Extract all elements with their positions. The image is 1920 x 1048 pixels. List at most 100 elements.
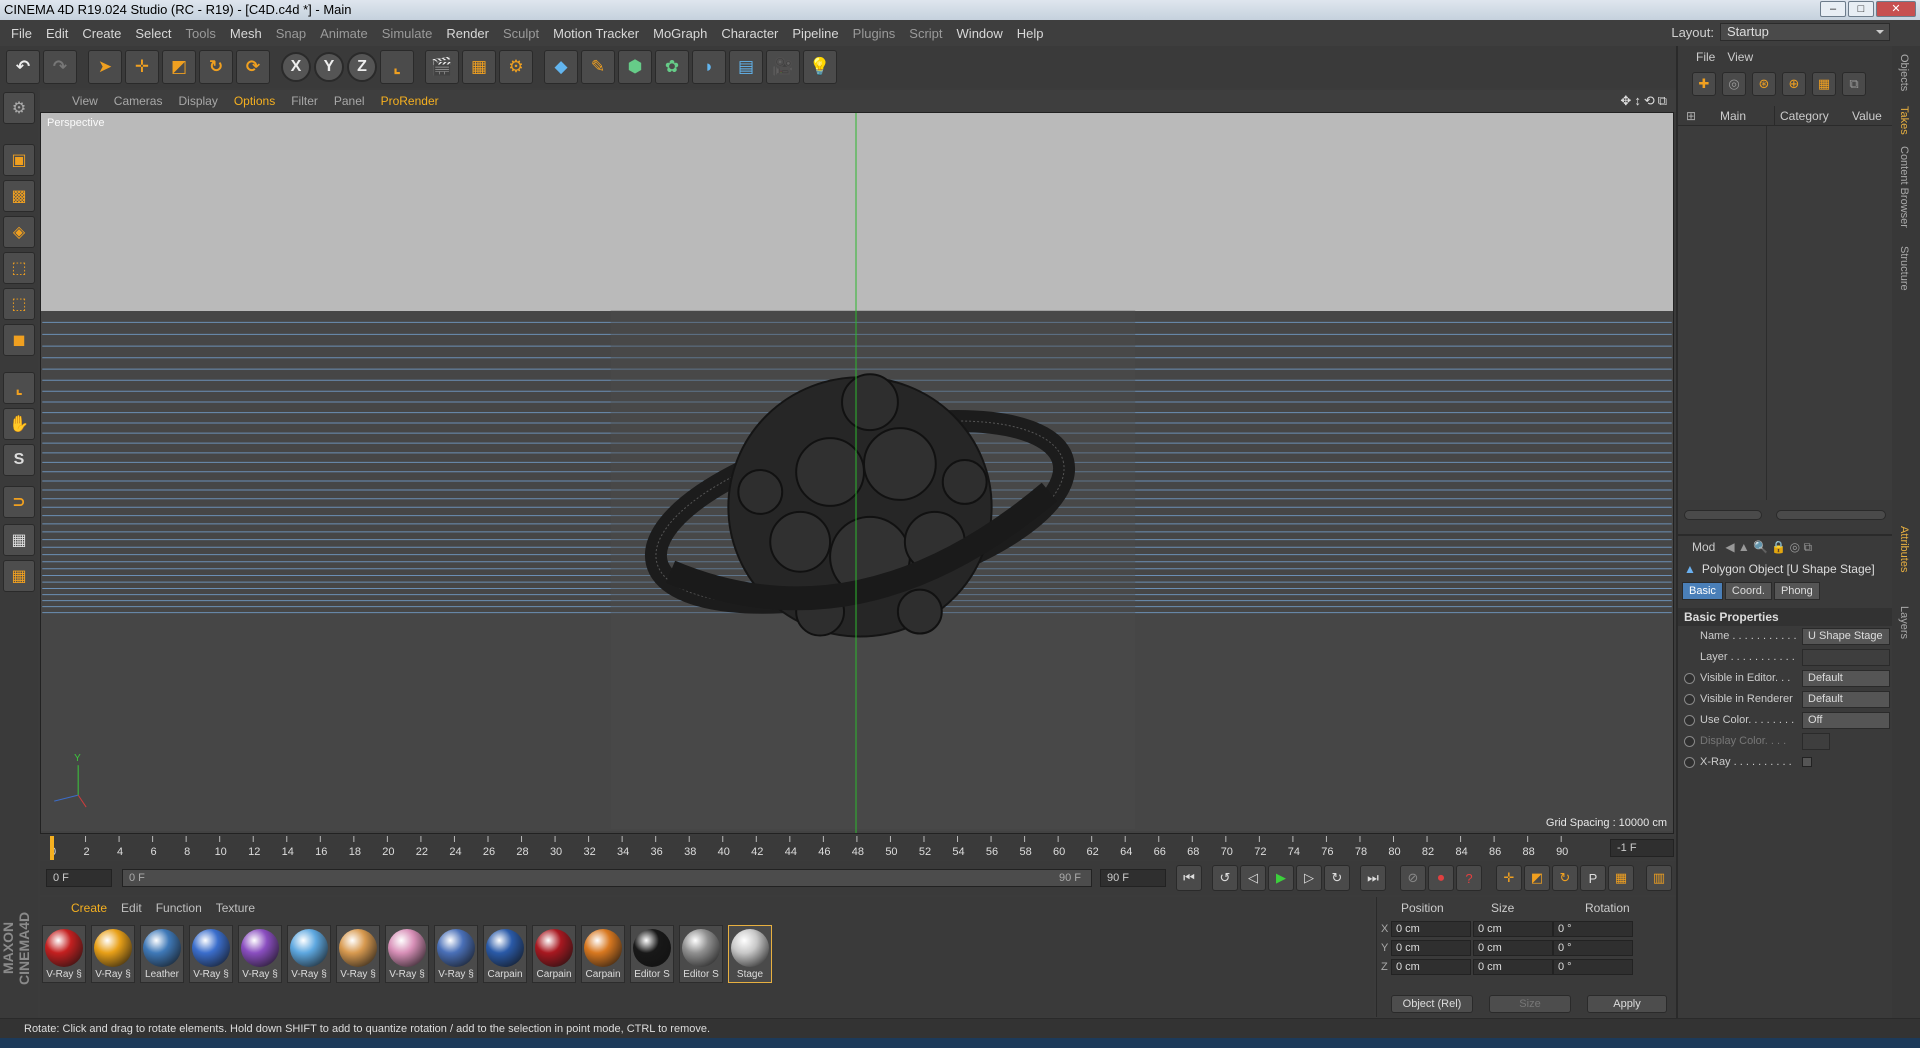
snapping-icon[interactable]: S bbox=[3, 444, 35, 476]
menu-item-mesh[interactable]: Mesh bbox=[223, 26, 269, 41]
coordinate-system-icon[interactable]: ⌞ bbox=[380, 50, 414, 84]
redo-icon[interactable]: ↷ bbox=[43, 50, 77, 84]
current-frame-field[interactable]: 0 F bbox=[46, 869, 112, 887]
previous-key-icon[interactable]: ↺ bbox=[1212, 865, 1238, 891]
viewport-menu-display[interactable]: Display bbox=[170, 94, 225, 108]
material-menu-texture[interactable]: Texture bbox=[209, 901, 262, 915]
menu-item-plugins[interactable]: Plugins bbox=[846, 26, 903, 41]
viewport-menu-panel[interactable]: Panel bbox=[326, 94, 373, 108]
viewport-menu-filter[interactable]: Filter bbox=[283, 94, 326, 108]
key-rotation-icon[interactable]: ↻ bbox=[1552, 865, 1578, 891]
coord-rotation-field[interactable]: 0 ° bbox=[1553, 959, 1633, 975]
rotate-tool-icon[interactable]: ↻ bbox=[199, 50, 233, 84]
floor-icon[interactable]: ▤ bbox=[729, 50, 763, 84]
timeline-end-field[interactable]: -1 F bbox=[1610, 839, 1674, 857]
material-swatch[interactable]: Carpain bbox=[532, 925, 576, 983]
material-swatch[interactable]: Leather bbox=[140, 925, 184, 983]
side-tab-content-browser[interactable]: Content Browser bbox=[1898, 146, 1910, 228]
cube-primitive-icon[interactable]: ◆ bbox=[544, 50, 578, 84]
menu-item-help[interactable]: Help bbox=[1010, 26, 1051, 41]
move-tool-icon[interactable]: ✛ bbox=[125, 50, 159, 84]
material-swatch[interactable]: V-Ray § bbox=[238, 925, 282, 983]
key-position-icon[interactable]: ✛ bbox=[1496, 865, 1522, 891]
material-swatch[interactable]: Carpain bbox=[483, 925, 527, 983]
material-menu-function[interactable]: Function bbox=[149, 901, 209, 915]
layout-dropdown[interactable]: Startup bbox=[1720, 23, 1890, 41]
expand-icon[interactable]: ⊞ bbox=[1686, 109, 1696, 123]
override-group-icon[interactable]: ⊕ bbox=[1782, 72, 1806, 96]
menu-item-character[interactable]: Character bbox=[714, 26, 785, 41]
menu-item-snap[interactable]: Snap bbox=[269, 26, 313, 41]
om-value-column[interactable]: Value bbox=[1846, 109, 1882, 123]
coord-size-field[interactable]: 0 cm bbox=[1473, 959, 1553, 975]
key-scale-icon[interactable]: ◩ bbox=[1524, 865, 1550, 891]
recent-tool-icon[interactable]: ⟳ bbox=[236, 50, 270, 84]
menu-item-file[interactable]: File bbox=[4, 26, 39, 41]
side-tab-attributes[interactable]: Attributes bbox=[1898, 526, 1910, 572]
planar-workplane-icon[interactable]: ▦ bbox=[3, 560, 35, 592]
property-value-display-color[interactable] bbox=[1802, 733, 1830, 750]
workplane-mode-icon[interactable]: ◈ bbox=[3, 216, 35, 248]
undo-icon[interactable]: ↶ bbox=[6, 50, 40, 84]
points-mode-icon[interactable]: ⬚ bbox=[3, 252, 35, 284]
material-swatch[interactable]: Editor S bbox=[679, 925, 723, 983]
next-frame-icon[interactable]: ▷ bbox=[1296, 865, 1322, 891]
apply-button[interactable]: Apply bbox=[1587, 995, 1667, 1013]
menu-item-render[interactable]: Render bbox=[439, 26, 496, 41]
menu-item-edit[interactable]: Edit bbox=[39, 26, 75, 41]
material-swatch[interactable]: V-Ray § bbox=[385, 925, 429, 983]
record-keys-icon[interactable]: ⊘ bbox=[1400, 865, 1426, 891]
x-axis-lock-icon[interactable]: X bbox=[281, 52, 311, 82]
texture-mode-icon[interactable]: ▩ bbox=[3, 180, 35, 212]
render-picture-viewer-icon[interactable]: ▦ bbox=[462, 50, 496, 84]
property-value-visible-in-renderer[interactable]: Default bbox=[1802, 691, 1890, 708]
menu-item-pipeline[interactable]: Pipeline bbox=[785, 26, 845, 41]
next-key-icon[interactable]: ↻ bbox=[1324, 865, 1350, 891]
coord-size-field[interactable]: 0 cm bbox=[1473, 921, 1553, 937]
key-pla-icon[interactable]: ▦ bbox=[1608, 865, 1634, 891]
take-render-icon[interactable]: ▦ bbox=[1812, 72, 1836, 96]
material-swatch[interactable]: V-Ray § bbox=[287, 925, 331, 983]
animate-radio[interactable] bbox=[1684, 694, 1695, 705]
menu-item-script[interactable]: Script bbox=[902, 26, 949, 41]
animate-radio[interactable] bbox=[1684, 736, 1695, 747]
menu-item-mograph[interactable]: MoGraph bbox=[646, 26, 714, 41]
tweak-mode-icon[interactable]: ✋ bbox=[3, 408, 35, 440]
keyframe-selection-icon[interactable]: ? bbox=[1456, 865, 1482, 891]
material-menu-create[interactable]: Create bbox=[64, 901, 114, 915]
close-button[interactable]: ✕ bbox=[1876, 1, 1916, 17]
cloner-icon[interactable]: ✿ bbox=[655, 50, 689, 84]
coord-position-field[interactable]: 0 cm bbox=[1391, 940, 1471, 956]
animate-radio[interactable] bbox=[1684, 715, 1695, 726]
material-swatch[interactable]: V-Ray § bbox=[91, 925, 135, 983]
menu-item-animate[interactable]: Animate bbox=[313, 26, 375, 41]
side-tab-layers[interactable]: Layers bbox=[1898, 606, 1910, 639]
viewport-nav-icons[interactable]: ✥↕⟲⧉ bbox=[1620, 93, 1670, 109]
attr-tab-phong[interactable]: Phong bbox=[1773, 582, 1820, 600]
autokey-icon[interactable]: ⏺ bbox=[1428, 865, 1454, 891]
menu-item-window[interactable]: Window bbox=[950, 26, 1010, 41]
y-axis-lock-icon[interactable]: Y bbox=[314, 52, 344, 82]
playhead[interactable] bbox=[50, 836, 54, 860]
menu-item-simulate[interactable]: Simulate bbox=[375, 26, 440, 41]
render-view-icon[interactable]: 🎬 bbox=[425, 50, 459, 84]
minimize-button[interactable]: – bbox=[1820, 1, 1846, 17]
animate-radio[interactable] bbox=[1684, 673, 1695, 684]
scale-tool-icon[interactable]: ◩ bbox=[162, 50, 196, 84]
property-value-use-color[interactable]: Off bbox=[1802, 712, 1890, 729]
attr-tab-coord[interactable]: Coord. bbox=[1724, 582, 1772, 600]
side-tab-structure[interactable]: Structure bbox=[1898, 246, 1910, 291]
coord-rotation-field[interactable]: 0 ° bbox=[1553, 921, 1633, 937]
pen-spline-icon[interactable]: ✎ bbox=[581, 50, 615, 84]
om-horizontal-scrollbar-left[interactable] bbox=[1684, 510, 1762, 520]
coordinate-mode-dropdown[interactable]: Object (Rel) bbox=[1391, 995, 1473, 1013]
override-icon[interactable]: ⊛ bbox=[1752, 72, 1776, 96]
x-ray-checkbox[interactable] bbox=[1802, 757, 1812, 767]
make-editable-icon[interactable]: ⚙ bbox=[3, 92, 35, 124]
attr-tab-basic[interactable]: Basic bbox=[1682, 582, 1723, 600]
menu-item-create[interactable]: Create bbox=[75, 26, 128, 41]
menu-item-motion-tracker[interactable]: Motion Tracker bbox=[546, 26, 646, 41]
viewport-menu-view[interactable]: View bbox=[64, 94, 106, 108]
property-value-layer[interactable] bbox=[1802, 649, 1890, 666]
deformer-icon[interactable]: ◗ bbox=[692, 50, 726, 84]
